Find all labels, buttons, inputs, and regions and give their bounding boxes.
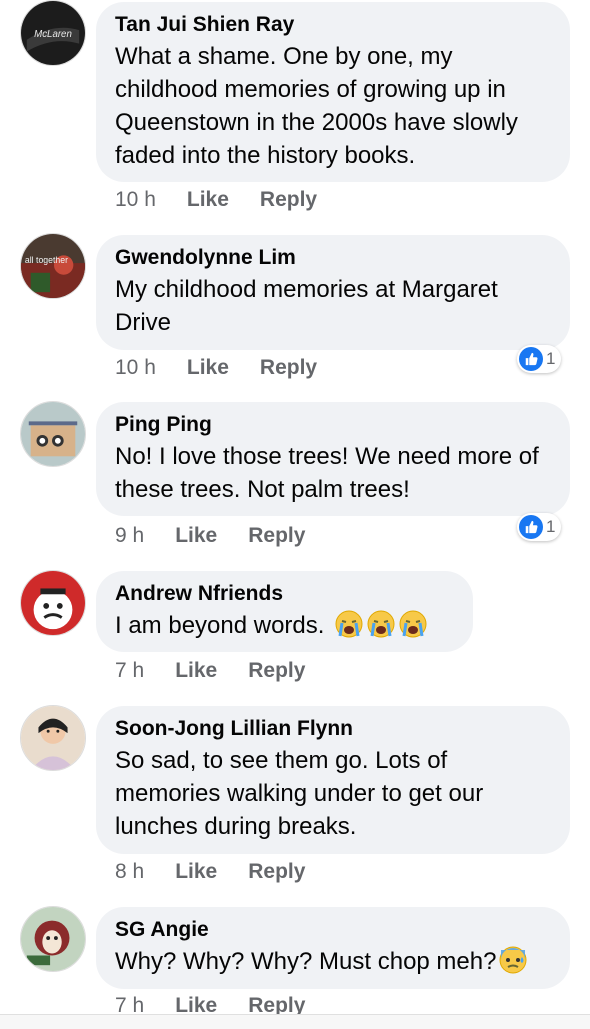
like-button[interactable]: Like [187,187,229,213]
reaction-count[interactable]: 1 [517,345,562,373]
like-button[interactable]: Like [175,658,217,684]
loudly-crying-face-icon [398,609,428,639]
comment-text: My childhood memories at Margaret Drive [115,276,498,336]
comment-text-content: Why? Why? Why? Must chop meh? [115,948,497,975]
comment-author[interactable]: Gwendolynne Lim [115,245,550,271]
reply-button[interactable]: Reply [260,187,317,213]
comment-time: 10 h [115,356,156,379]
thumbs-up-icon [519,515,543,539]
avatar[interactable] [20,705,86,771]
svg-text:McLaren: McLaren [34,29,72,40]
comment-bubble: SG Angie Why? Why? Why? Must chop meh? [96,907,570,989]
like-button[interactable]: Like [175,523,217,549]
comment-text: I am beyond words. [115,609,453,642]
comment-actions: 10 h Like Reply [115,187,317,213]
avatar[interactable] [20,570,86,636]
comment-time: 8 h [115,860,145,883]
reply-button[interactable]: Reply [260,355,317,381]
comment-text: So sad, to see them go. Lots of memories… [115,747,484,840]
next-comment-edge [0,1014,590,1029]
comment-bubble: Tan Jui Shien Ray What a shame. One by o… [96,2,570,182]
comment-author[interactable]: Andrew Nfriends [115,581,453,607]
comment-bubble: Soon-Jong Lillian Flynn So sad, to see t… [96,706,570,854]
comment-text: No! I love those trees! We need more of … [115,443,539,503]
comment-author[interactable]: Tan Jui Shien Ray [115,12,550,38]
avatar[interactable] [20,906,86,972]
avatar[interactable] [20,401,86,467]
reply-button[interactable]: Reply [248,658,305,684]
comment-actions: 10 h Like Reply [115,355,317,381]
svg-text:all together: all together [25,255,68,265]
comment-time: 9 h [115,524,145,547]
reaction-count-label: 1 [546,349,556,368]
comment-actions: 7 h Like Reply [115,658,305,684]
loudly-crying-face-icon [366,609,396,639]
comment-actions: 9 h Like Reply [115,523,305,549]
reply-button[interactable]: Reply [248,859,305,885]
loudly-crying-face-icon [334,609,364,639]
like-button[interactable]: Like [187,355,229,381]
comment-actions: 8 h Like Reply [115,859,305,885]
reaction-count-label: 1 [546,517,556,536]
comment-bubble: Gwendolynne Lim My childhood memories at… [96,235,570,350]
reply-button[interactable]: Reply [248,523,305,549]
comment-author[interactable]: Ping Ping [115,412,550,438]
anxious-face-with-sweat-icon [498,945,528,975]
comment-text: What a shame. One by one, my childhood m… [115,43,518,169]
avatar[interactable]: all together [20,233,86,299]
comment-author[interactable]: Soon-Jong Lillian Flynn [115,716,550,742]
comment-bubble: Andrew Nfriends I am beyond words. [96,571,473,652]
reaction-count[interactable]: 1 [517,513,562,541]
avatar[interactable]: McLaren [20,0,86,66]
comment-text: Why? Why? Why? Must chop meh? [115,945,550,978]
comment-time: 10 h [115,188,156,211]
like-button[interactable]: Like [175,859,217,885]
thumbs-up-icon [519,347,543,371]
comment-text-content: I am beyond words. [115,612,325,639]
comment-bubble: Ping Ping No! I love those trees! We nee… [96,402,570,516]
comment-author[interactable]: SG Angie [115,917,550,943]
comment-time: 7 h [115,659,145,682]
